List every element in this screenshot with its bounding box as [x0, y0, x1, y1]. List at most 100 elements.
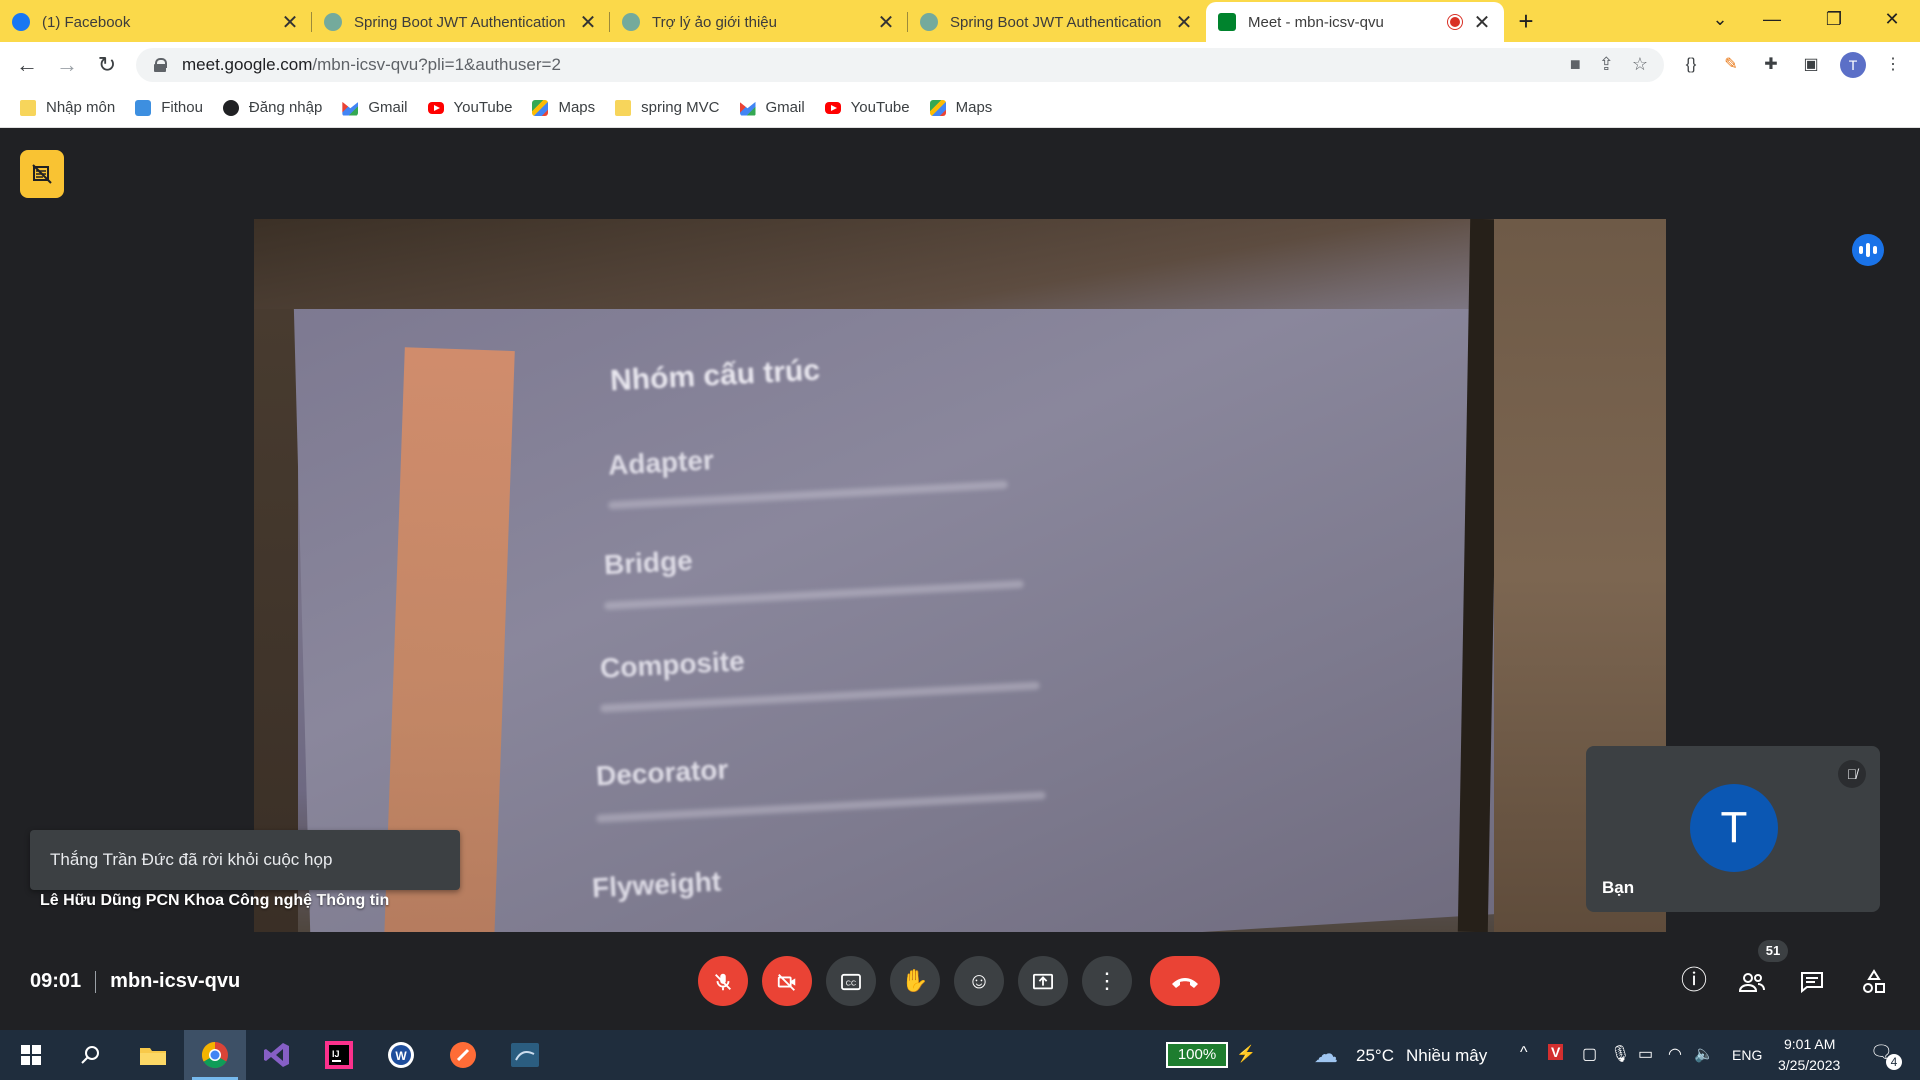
- speaker-icon[interactable]: 🔈: [1694, 1044, 1714, 1064]
- share-icon[interactable]: ⇪: [1599, 54, 1614, 75]
- extensions-puzzle-icon[interactable]: ✚: [1758, 52, 1784, 78]
- weather-cloud-icon[interactable]: ☁: [1314, 1040, 1338, 1069]
- tab-strip: (1) Facebook ✕ Spring Boot JWT Authentic…: [0, 0, 1920, 42]
- meeting-info-button[interactable]: ⓘ: [1672, 958, 1716, 1002]
- bookmark-label: Maps: [955, 99, 993, 116]
- tab-facebook[interactable]: (1) Facebook ✕: [0, 2, 312, 42]
- close-tab-icon[interactable]: ✕: [876, 10, 896, 35]
- camera-off-icon: [777, 974, 796, 992]
- back-button[interactable]: ←: [12, 50, 42, 80]
- bookmark-nhap-mon[interactable]: Nhập môn: [20, 99, 115, 116]
- meet-stage: Nhóm cấu trúc Adapter Bridge Composite D…: [0, 128, 1920, 1030]
- address-bar[interactable]: meet.google.com/mbn-icsv-qvu?pli=1&authu…: [136, 48, 1664, 82]
- bookmark-spring-mvc[interactable]: spring MVC: [615, 99, 720, 116]
- bookmark-youtube-2[interactable]: YouTube: [824, 99, 910, 116]
- folder-icon: [20, 99, 36, 116]
- emoji-reaction-button[interactable]: ☺: [954, 956, 1004, 1006]
- bookmark-gmail-2[interactable]: Gmail: [739, 99, 805, 116]
- bookmark-gmail[interactable]: Gmail: [342, 99, 408, 116]
- fithou-icon: [135, 99, 152, 116]
- participant-left-toast: Thắng Trần Đức đã rời khỏi cuộc họp: [30, 830, 460, 890]
- chrome-taskbar-icon[interactable]: [184, 1030, 246, 1080]
- present-screen-button[interactable]: [1018, 956, 1068, 1006]
- close-tab-icon[interactable]: ✕: [1472, 10, 1492, 35]
- bookmark-youtube[interactable]: YouTube: [427, 99, 512, 116]
- tab-spring-boot-2[interactable]: Spring Boot JWT Authentication ✕: [908, 2, 1206, 42]
- presenter-video[interactable]: Nhóm cấu trúc Adapter Bridge Composite D…: [254, 219, 1666, 932]
- windows-start-icon[interactable]: [0, 1030, 62, 1080]
- facebook-icon: [12, 13, 30, 31]
- close-tab-icon[interactable]: ✕: [578, 10, 598, 35]
- bookmark-maps-2[interactable]: Maps: [929, 99, 993, 116]
- meet-tray-icon[interactable]: ▢: [1582, 1044, 1597, 1064]
- tab-spring-boot-1[interactable]: Spring Boot JWT Authentication ✕: [312, 2, 610, 42]
- new-tab-button[interactable]: +: [1504, 2, 1548, 42]
- bookmark-star-icon[interactable]: ☆: [1632, 54, 1648, 75]
- tab-title: (1) Facebook: [42, 13, 131, 31]
- side-panel-icon[interactable]: ▣: [1798, 52, 1824, 78]
- close-window-button[interactable]: ✕: [1862, 0, 1920, 40]
- people-button[interactable]: [1730, 958, 1774, 1002]
- minimize-button[interactable]: —: [1742, 0, 1802, 40]
- self-label: Bạn: [1602, 878, 1635, 897]
- restore-button[interactable]: ❐: [1804, 0, 1864, 40]
- color-picker-extension-icon[interactable]: ✎: [1718, 52, 1744, 78]
- search-icon[interactable]: [60, 1030, 122, 1080]
- camera-off-badge-icon[interactable]: [20, 150, 64, 198]
- reload-button[interactable]: ↻: [92, 50, 122, 80]
- charging-icon: ⚡: [1236, 1046, 1256, 1063]
- wifi-icon[interactable]: ◠: [1668, 1044, 1682, 1064]
- input-language[interactable]: ENG: [1732, 1047, 1762, 1063]
- activities-button[interactable]: [1852, 958, 1896, 1002]
- battery-tray-icon[interactable]: ▭: [1638, 1044, 1653, 1064]
- meeting-code: mbn-icsv-qvu: [110, 970, 241, 992]
- notification-count: 4: [1886, 1054, 1902, 1070]
- mysql-workbench-icon[interactable]: [494, 1030, 556, 1080]
- self-avatar: T: [1690, 784, 1778, 872]
- close-tab-icon[interactable]: ✕: [1174, 10, 1194, 35]
- clock-date[interactable]: 3/25/2023: [1778, 1057, 1840, 1073]
- clock-time[interactable]: 9:01 AM: [1784, 1036, 1835, 1052]
- presenter-name: Lê Hữu Dũng PCN Khoa Công nghệ Thông tin: [40, 892, 390, 909]
- bookmark-dang-nhap[interactable]: Đăng nhập: [222, 99, 322, 116]
- microphone-tray-icon[interactable]: 🎙: [1610, 1044, 1630, 1064]
- more-menu-icon[interactable]: ⋮: [1880, 52, 1906, 78]
- hang-up-icon: [1172, 978, 1198, 989]
- tab-tro-ly-ao[interactable]: Trợ lý ảo giới thiệu ✕: [610, 2, 908, 42]
- visual-studio-icon[interactable]: [246, 1030, 308, 1080]
- mic-off-button[interactable]: [698, 956, 748, 1006]
- tab-search-icon[interactable]: ⌄: [1690, 0, 1750, 40]
- postman-icon[interactable]: [432, 1030, 494, 1080]
- show-hidden-icons-icon[interactable]: ^: [1520, 1044, 1528, 1062]
- vietnamese-ime-icon[interactable]: V: [1548, 1044, 1564, 1060]
- camera-in-use-icon[interactable]: ■: [1570, 54, 1581, 75]
- leave-call-button[interactable]: [1150, 956, 1220, 1006]
- camera-off-button[interactable]: [762, 956, 812, 1006]
- self-view-tile[interactable]: 🎙̸ T Bạn: [1586, 746, 1880, 912]
- weather-temperature[interactable]: 25°C: [1356, 1046, 1394, 1066]
- word-app-icon[interactable]: W: [370, 1030, 432, 1080]
- people-icon: [1738, 973, 1765, 993]
- meeting-details: 09:01 mbn-icsv-qvu: [30, 970, 240, 993]
- gmail-icon: [739, 101, 756, 116]
- speaking-indicator-icon: [1852, 234, 1884, 266]
- gmail-icon: [342, 101, 359, 116]
- close-tab-icon[interactable]: ✕: [280, 10, 300, 35]
- profile-avatar[interactable]: T: [1840, 52, 1866, 78]
- tab-meet[interactable]: Meet - mbn-icsv-qvu ✕: [1206, 2, 1504, 42]
- intellij-icon[interactable]: IJ: [308, 1030, 370, 1080]
- file-explorer-icon[interactable]: [122, 1030, 184, 1080]
- captions-button[interactable]: CC: [826, 956, 876, 1006]
- bookmark-maps[interactable]: Maps: [532, 99, 595, 116]
- lock-icon[interactable]: [154, 58, 167, 72]
- weather-description[interactable]: Nhiều mây: [1406, 1046, 1487, 1066]
- battery-indicator[interactable]: 100%: [1166, 1042, 1228, 1068]
- chat-button[interactable]: [1790, 958, 1834, 1002]
- video-wall-left: [254, 219, 298, 932]
- svg-text:IJ: IJ: [332, 1049, 340, 1059]
- raise-hand-button[interactable]: ✋: [890, 956, 940, 1006]
- more-options-button[interactable]: ⋮: [1082, 956, 1132, 1006]
- extension-icon[interactable]: {}: [1678, 52, 1704, 78]
- bookmark-fithou[interactable]: Fithou: [135, 99, 203, 116]
- forward-button[interactable]: →: [52, 50, 82, 80]
